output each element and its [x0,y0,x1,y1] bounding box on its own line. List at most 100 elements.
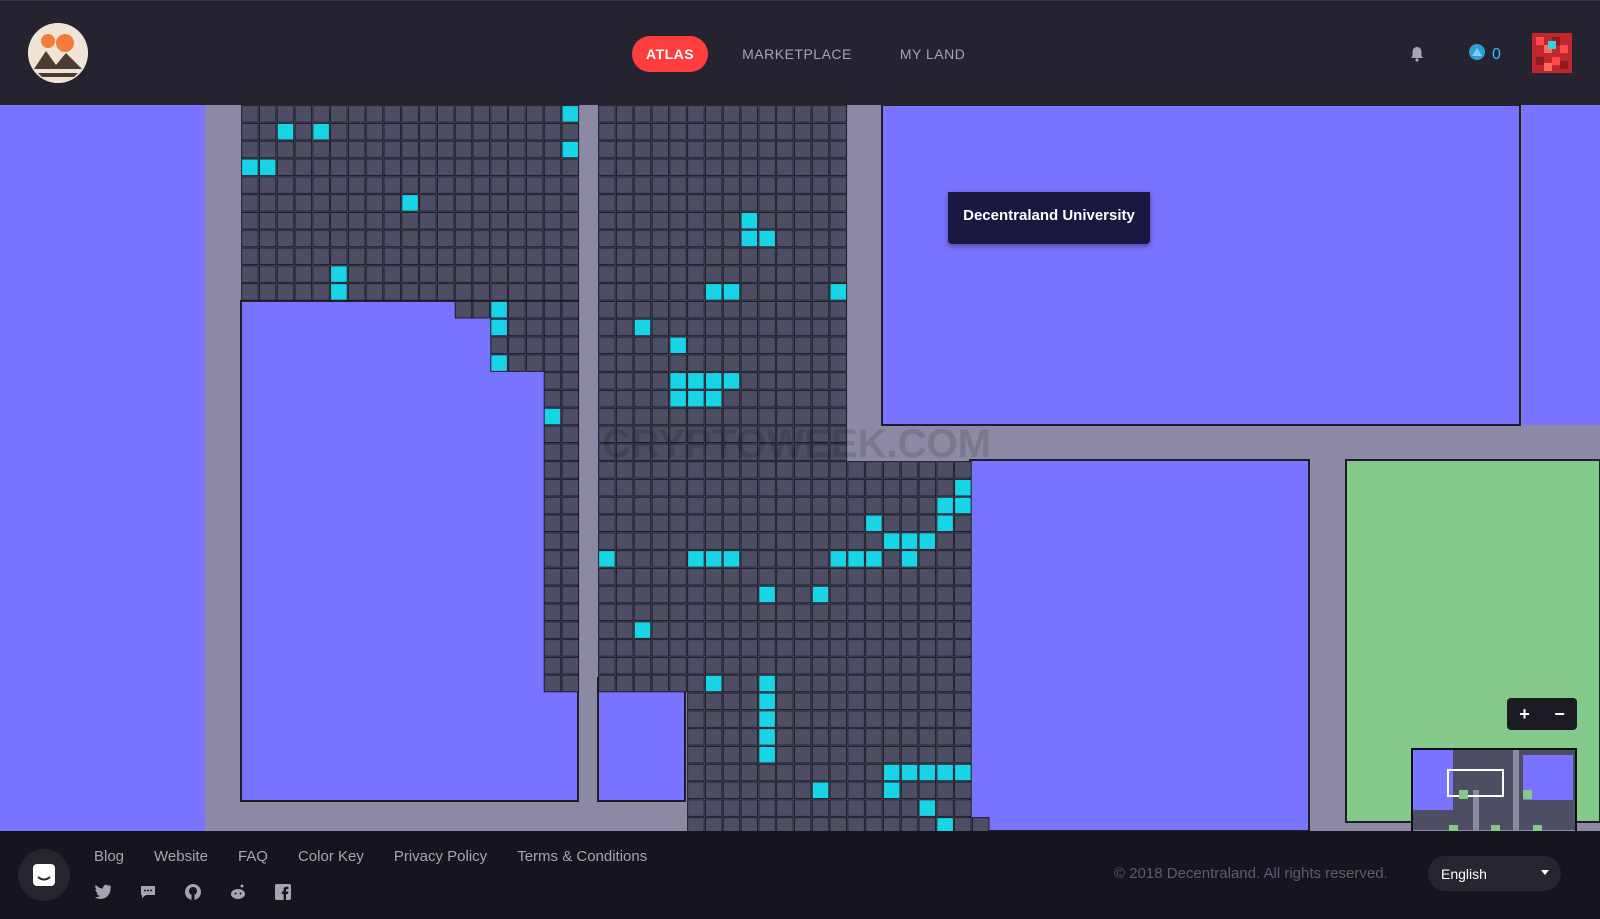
land-parcel[interactable] [330,194,348,212]
land-parcel[interactable] [633,514,652,533]
land-parcel[interactable] [561,514,580,533]
land-parcel[interactable] [365,158,384,177]
land-parcel[interactable] [598,283,616,301]
land-parcel[interactable] [633,585,652,604]
land-parcel[interactable] [561,639,580,657]
land-parcel[interactable] [865,728,883,746]
land-parcel[interactable] [758,283,776,301]
owned-parcel[interactable] [722,550,741,568]
land-parcel[interactable] [829,318,848,337]
land-parcel[interactable] [436,265,455,283]
land-parcel[interactable] [776,514,794,533]
land-parcel[interactable] [776,674,794,693]
land-parcel[interactable] [633,283,652,301]
land-parcel[interactable] [740,817,759,831]
land-parcel[interactable] [258,247,277,266]
land-parcel[interactable] [454,229,473,248]
land-parcel[interactable] [954,603,972,622]
owned-parcel[interactable] [330,283,348,301]
land-parcel[interactable] [722,817,741,831]
land-parcel[interactable] [598,603,616,622]
land-parcel[interactable] [793,389,812,408]
land-parcel[interactable] [847,639,865,657]
land-parcel[interactable] [615,176,634,194]
land-parcel[interactable] [847,692,865,711]
land-parcel[interactable] [598,300,616,319]
land-parcel[interactable] [330,105,348,123]
land-parcel[interactable] [758,550,776,568]
land-parcel[interactable] [829,763,848,782]
land-parcel[interactable] [312,140,330,159]
land-parcel[interactable] [312,283,330,301]
land-parcel[interactable] [669,229,687,248]
land-parcel[interactable] [330,158,348,177]
land-parcel[interactable] [740,674,759,693]
owned-parcel[interactable] [865,514,883,533]
land-parcel[interactable] [454,247,473,266]
land-parcel[interactable] [722,745,741,764]
land-parcel[interactable] [365,122,384,141]
land-parcel[interactable] [543,674,562,693]
land-parcel[interactable] [740,710,759,728]
land-parcel[interactable] [561,176,580,194]
land-parcel[interactable] [383,194,402,212]
land-parcel[interactable] [687,105,705,123]
owned-parcel[interactable] [704,283,723,301]
land-parcel[interactable] [241,194,259,212]
land-parcel[interactable] [758,496,776,515]
land-parcel[interactable] [847,603,865,622]
land-parcel[interactable] [740,763,759,782]
land-parcel[interactable] [918,514,937,533]
land-parcel[interactable] [543,158,562,177]
land-parcel[interactable] [633,674,652,693]
land-parcel[interactable] [829,745,848,764]
land-parcel[interactable] [490,336,508,355]
land-parcel[interactable] [633,567,652,586]
land-parcel[interactable] [936,710,954,728]
owned-parcel[interactable] [758,710,776,728]
land-parcel[interactable] [758,265,776,283]
land-parcel[interactable] [811,550,830,568]
land-parcel[interactable] [454,158,473,177]
land-parcel[interactable] [793,567,812,586]
land-parcel[interactable] [633,265,652,283]
land-parcel[interactable] [330,229,348,248]
land-parcel[interactable] [365,247,384,266]
atlas-map[interactable]: CRYPTOWEEK.COM Decentraland University +… [0,105,1600,831]
land-parcel[interactable] [258,140,277,159]
land-parcel[interactable] [241,211,259,230]
land-parcel[interactable] [918,496,937,515]
land-parcel[interactable] [793,532,812,550]
land-parcel[interactable] [918,621,937,639]
land-parcel[interactable] [490,176,508,194]
land-parcel[interactable] [776,283,794,301]
land-parcel[interactable] [241,229,259,248]
land-parcel[interactable] [865,621,883,639]
land-parcel[interactable] [829,532,848,550]
land-parcel[interactable] [419,105,437,123]
land-parcel[interactable] [598,478,616,497]
land-parcel[interactable] [865,710,883,728]
land-parcel[interactable] [401,176,419,194]
land-parcel[interactable] [258,229,277,248]
land-parcel[interactable] [776,621,794,639]
land-parcel[interactable] [722,692,741,711]
land-parcel[interactable] [561,318,580,337]
owned-parcel[interactable] [758,229,776,248]
land-parcel[interactable] [454,176,473,194]
land-parcel[interactable] [365,283,384,301]
land-parcel[interactable] [258,283,277,301]
land-parcel[interactable] [704,728,723,746]
land-parcel[interactable] [704,247,723,266]
land-parcel[interactable] [900,728,919,746]
land-parcel[interactable] [651,354,670,372]
land-parcel[interactable] [740,621,759,639]
land-parcel[interactable] [882,692,901,711]
land-parcel[interactable] [811,532,830,550]
owned-parcel[interactable] [918,532,937,550]
land-parcel[interactable] [312,229,330,248]
land-parcel[interactable] [401,247,419,266]
land-parcel[interactable] [811,745,830,764]
land-parcel[interactable] [651,247,670,266]
land-parcel[interactable] [704,710,723,728]
